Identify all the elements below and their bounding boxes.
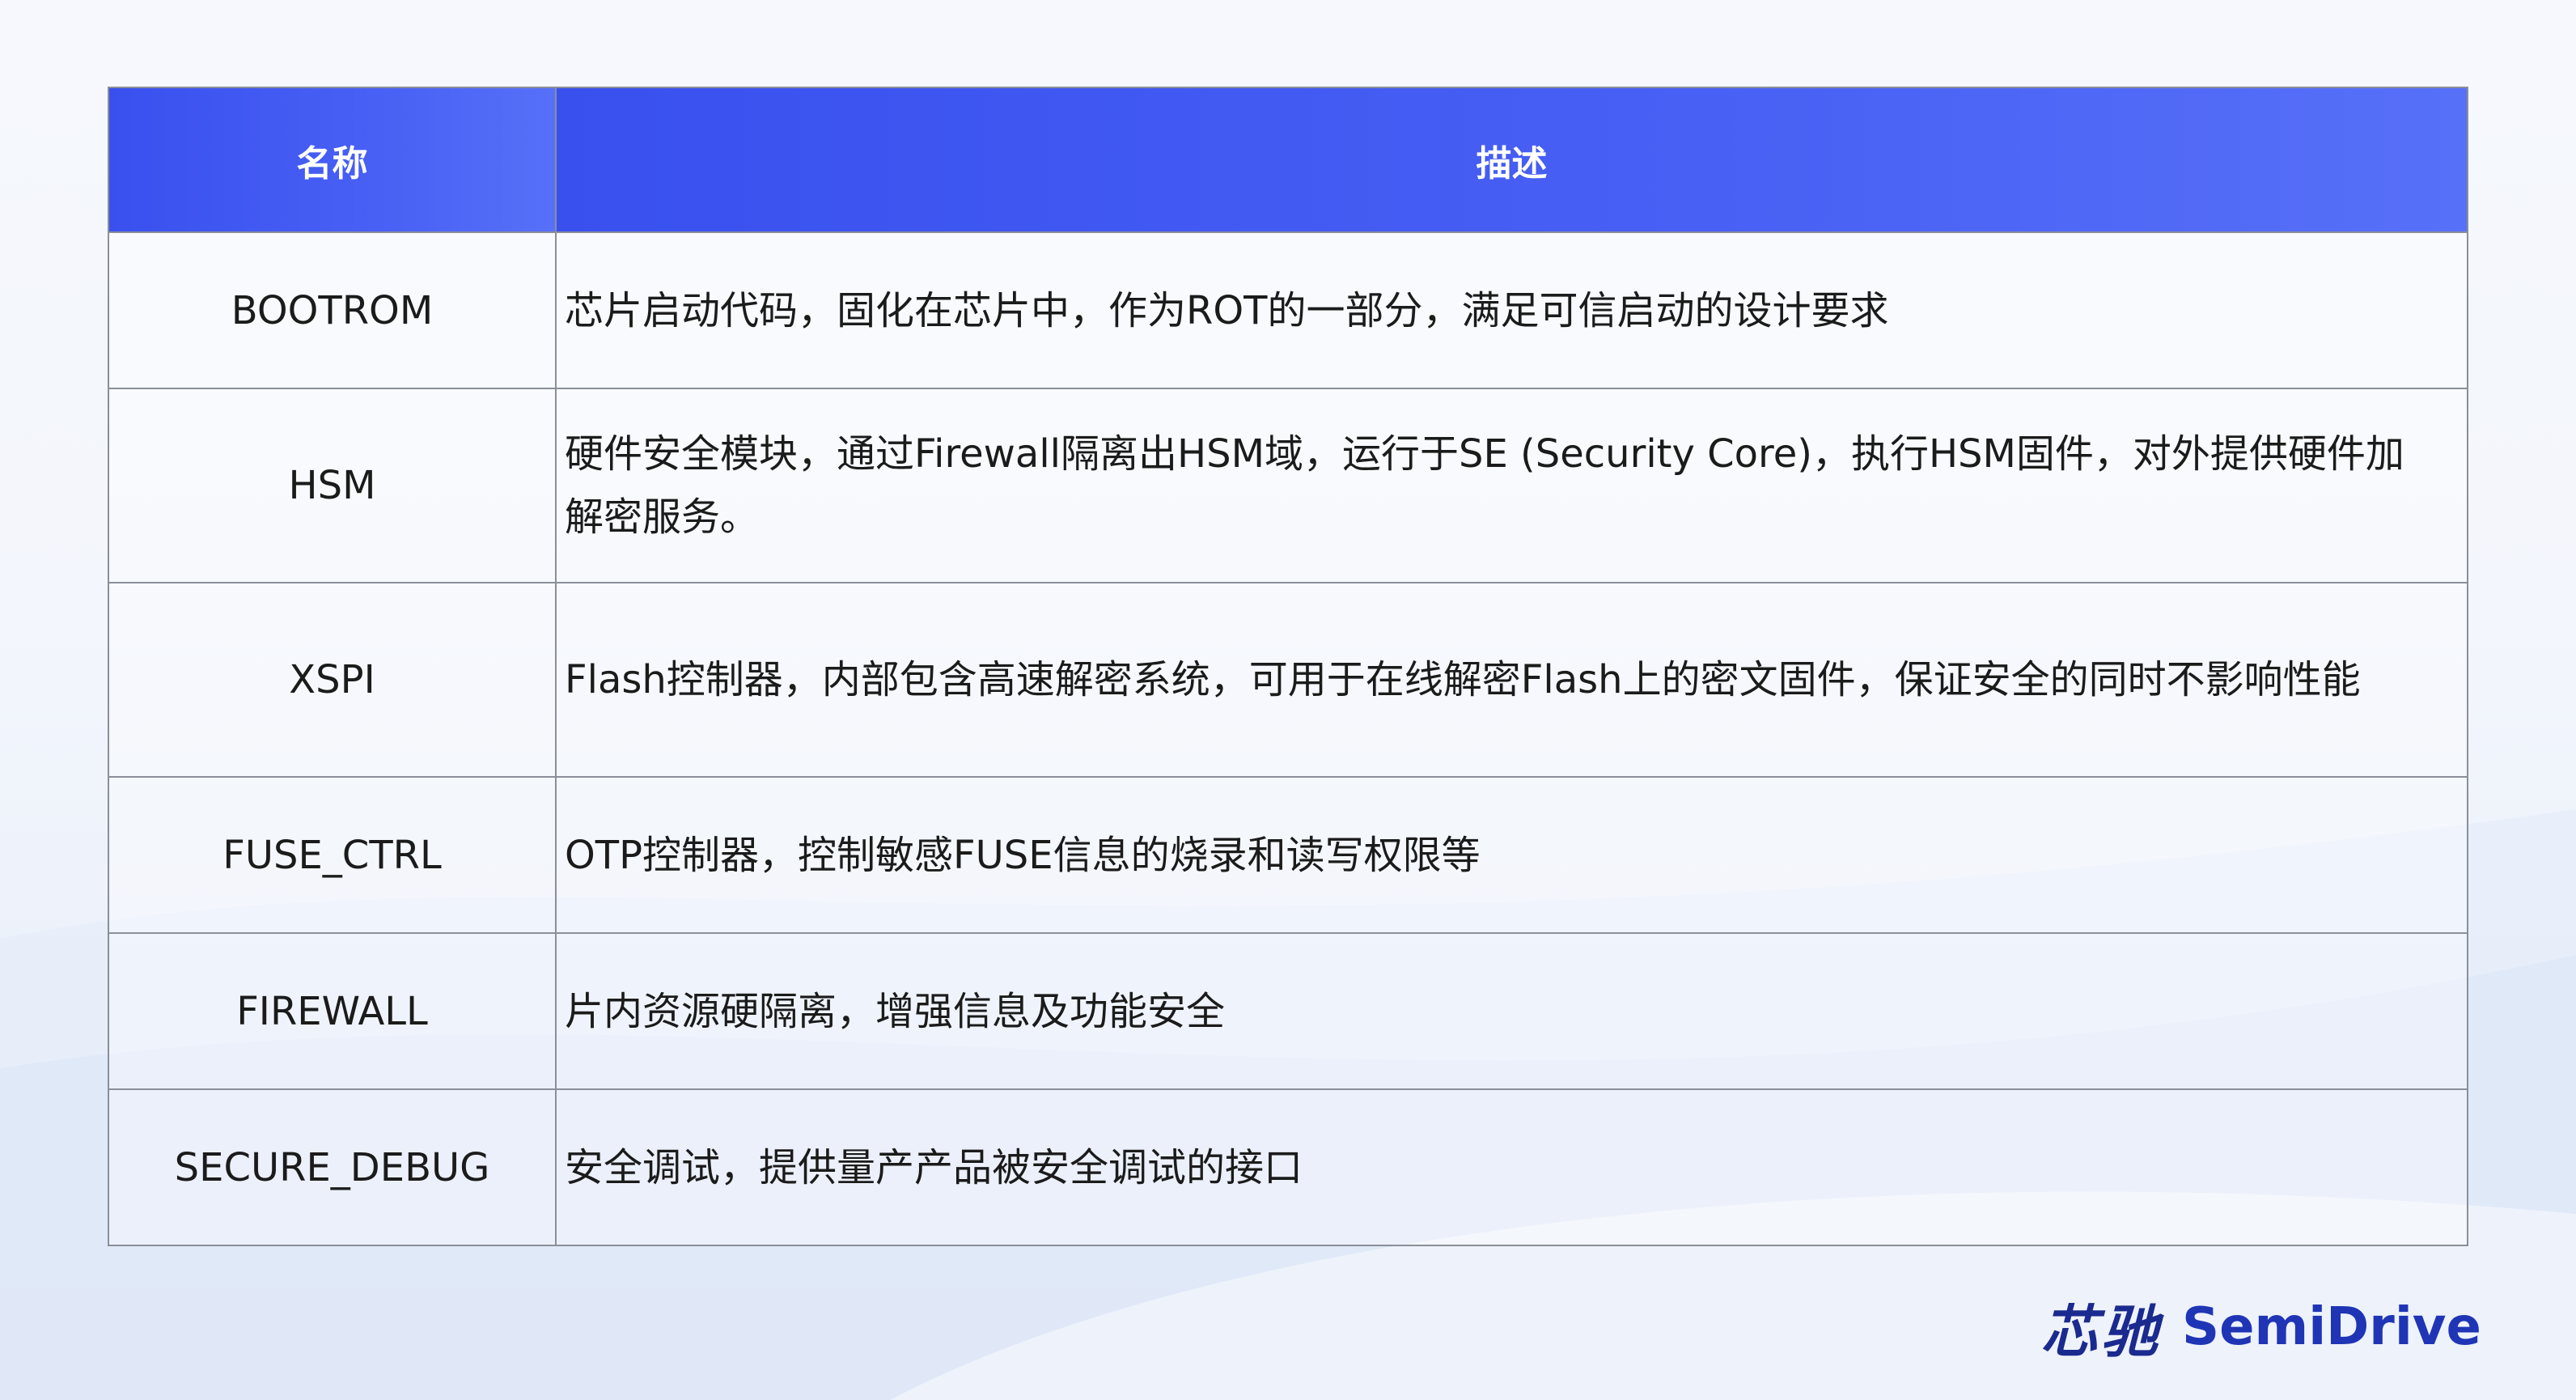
info-table: 名称 描述 BOOTROM 芯片启动代码，固化在芯片中，作为ROT的一部分，满足… (108, 87, 2468, 1246)
table-header-row: 名称 描述 (108, 87, 2468, 233)
row-description: 芯片启动代码，固化在芯片中，作为ROT的一部分，满足可信启动的设计要求 (555, 231, 2468, 389)
row-name: SECURE_DEBUG (108, 1088, 557, 1246)
table-row: BOOTROM 芯片启动代码，固化在芯片中，作为ROT的一部分，满足可信启动的设… (108, 231, 2468, 389)
table-row: SECURE_DEBUG 安全调试，提供量产产品被安全调试的接口 (108, 1088, 2468, 1246)
row-name: XSPI (108, 582, 557, 778)
table-row: FIREWALL 片内资源硬隔离，增强信息及功能安全 (108, 932, 2468, 1090)
header-name: 名称 (108, 87, 557, 233)
brand-logo: 芯驰 SemiDrive (2041, 1291, 2481, 1365)
row-description: Flash控制器，内部包含高速解密系统，可用于在线解密Flash上的密文固件，保… (555, 582, 2468, 778)
table-row: XSPI Flash控制器，内部包含高速解密系统，可用于在线解密Flash上的密… (108, 582, 2468, 778)
row-name: HSM (108, 388, 557, 583)
row-name: BOOTROM (108, 231, 557, 389)
brand-logo-en: SemiDrive (2182, 1297, 2481, 1357)
row-name: FIREWALL (108, 932, 557, 1090)
row-name: FUSE_CTRL (108, 776, 557, 934)
table-row: HSM 硬件安全模块，通过Firewall隔离出HSM域，运行于SE (Secu… (108, 388, 2468, 583)
table-row: FUSE_CTRL OTP控制器，控制敏感FUSE信息的烧录和读写权限等 (108, 776, 2468, 934)
row-description: 片内资源硬隔离，增强信息及功能安全 (555, 932, 2468, 1090)
row-description: OTP控制器，控制敏感FUSE信息的烧录和读写权限等 (555, 776, 2468, 934)
row-description: 硬件安全模块，通过Firewall隔离出HSM域，运行于SE (Security… (555, 388, 2468, 583)
row-description: 安全调试，提供量产产品被安全调试的接口 (555, 1088, 2468, 1246)
brand-logo-cn: 芯驰 (2041, 1297, 2161, 1365)
header-description: 描述 (555, 87, 2468, 233)
